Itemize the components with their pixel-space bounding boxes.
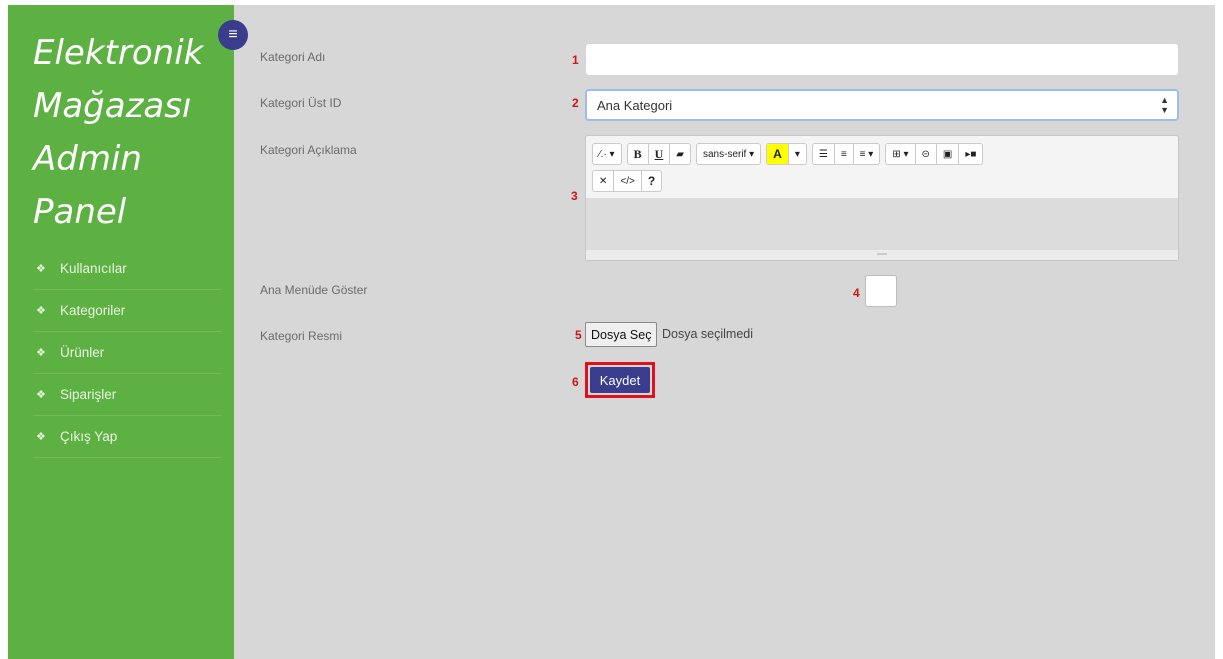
file-status-text: Dosya seçilmedi [662,327,754,341]
annotation-4: 4 [853,286,860,300]
save-button[interactable]: Kaydet [590,367,650,393]
help-button[interactable]: ? [642,171,661,191]
sidebar-item-siparisler[interactable]: ❖ Siparişler [33,374,221,416]
help-icon: ? [647,174,656,188]
home-icon: ❖ [36,389,46,401]
show-in-menu-label: Ana Menüde Göster [260,283,368,297]
code-view-button[interactable]: </> [614,171,642,191]
parent-id-label: Kategori Üst ID [260,96,342,110]
editor-resize-handle[interactable]: ══ [586,250,1178,260]
fullscreen-icon: ✕ [599,175,608,187]
annotation-2: 2 [572,96,579,110]
align-button[interactable]: ≡ ▾ [854,144,880,164]
editor-toolbar-row-2: ✕ </> ? [592,170,663,192]
parent-category-select[interactable]: Ana Kategori ▲ ▼ [585,89,1179,121]
show-in-menu-checkbox[interactable] [865,275,897,307]
table-icon: ⊞ [892,148,901,160]
caret-down-icon: ▾ [794,148,800,160]
annotation-5: 5 [575,328,582,342]
image-label: Kategori Resmi [260,329,343,343]
menu-icon: ≡ [228,26,238,43]
align-icon: ≡ [859,148,866,160]
description-label: Kategori Açıklama [260,143,357,157]
ordered-list-button[interactable]: ≡ [835,144,854,164]
code-icon: </> [620,175,635,187]
editor-toolbar-row-1: ⁄.· ▾ B U ▰ sans-serif ▾ A ▾ ☰ ≡ ≡ ▾ ⊞ ▾… [592,143,984,165]
underline-button[interactable]: U [649,144,671,164]
home-icon: ❖ [36,305,46,317]
parent-category-value: Ana Kategori [597,97,673,113]
category-name-input[interactable] [585,43,1179,76]
sidebar-toggle-button[interactable]: ≡ [218,20,248,50]
list-icon: ☰ [818,148,828,160]
link-button[interactable]: ⊝ [916,144,937,164]
editor-content-area[interactable] [586,198,1178,250]
select-arrows-icon: ▲ ▼ [1160,95,1169,115]
font-color-button[interactable]: A [767,144,789,164]
choose-file-button[interactable]: Dosya Seç [585,322,658,347]
rich-text-editor: ⁄.· ▾ B U ▰ sans-serif ▾ A ▾ ☰ ≡ ≡ ▾ ⊞ ▾… [585,135,1179,261]
annotation-3: 3 [571,189,578,203]
picture-button[interactable]: ▣ [937,144,960,164]
ordered-list-icon: ≡ [840,148,847,160]
sidebar-item-kullanicilar[interactable]: ❖ Kullanıcılar [33,248,221,290]
fullscreen-button[interactable]: ✕ [593,171,615,191]
sidebar-item-urunler[interactable]: ❖ Ürünler [33,332,221,374]
picture-icon: ▣ [942,148,953,160]
video-icon: ▸■ [965,148,977,160]
magic-icon: ⁄.· [599,148,607,160]
annotation-6: 6 [572,375,579,389]
sidebar: Elektronik Mağazası Admin Panel ❖ Kullanı… [8,5,234,659]
annotation-1: 1 [572,53,579,67]
category-name-label: Kategori Adı [260,50,326,64]
style-button[interactable]: ⁄.· ▾ [593,144,621,164]
sidebar-menu: ❖ Kullanıcılar ❖ Kategoriler ❖ Ürünler ❖ Sip… [33,248,221,458]
table-button[interactable]: ⊞ ▾ [886,144,916,164]
font-family-dropdown[interactable]: sans-serif ▾ [697,144,760,164]
color-dropdown-button[interactable]: ▾ [789,144,806,164]
video-button[interactable]: ▸■ [959,144,982,164]
home-icon: ❖ [36,347,46,359]
brand-title: Elektronik Mağazası Admin Panel [33,33,204,232]
eraser-icon: ▰ [676,148,684,160]
sidebar-item-cikis-yap[interactable]: ❖ Çıkış Yap [33,416,221,458]
save-button-highlight: Kaydet [585,362,655,398]
eraser-button[interactable]: ▰ [670,144,690,164]
home-icon: ❖ [36,431,46,443]
unordered-list-button[interactable]: ☰ [813,144,835,164]
link-icon: ⊝ [921,148,930,160]
bold-button[interactable]: B [628,144,649,164]
home-icon: ❖ [36,263,46,275]
sidebar-item-kategoriler[interactable]: ❖ Kategoriler [33,290,221,332]
